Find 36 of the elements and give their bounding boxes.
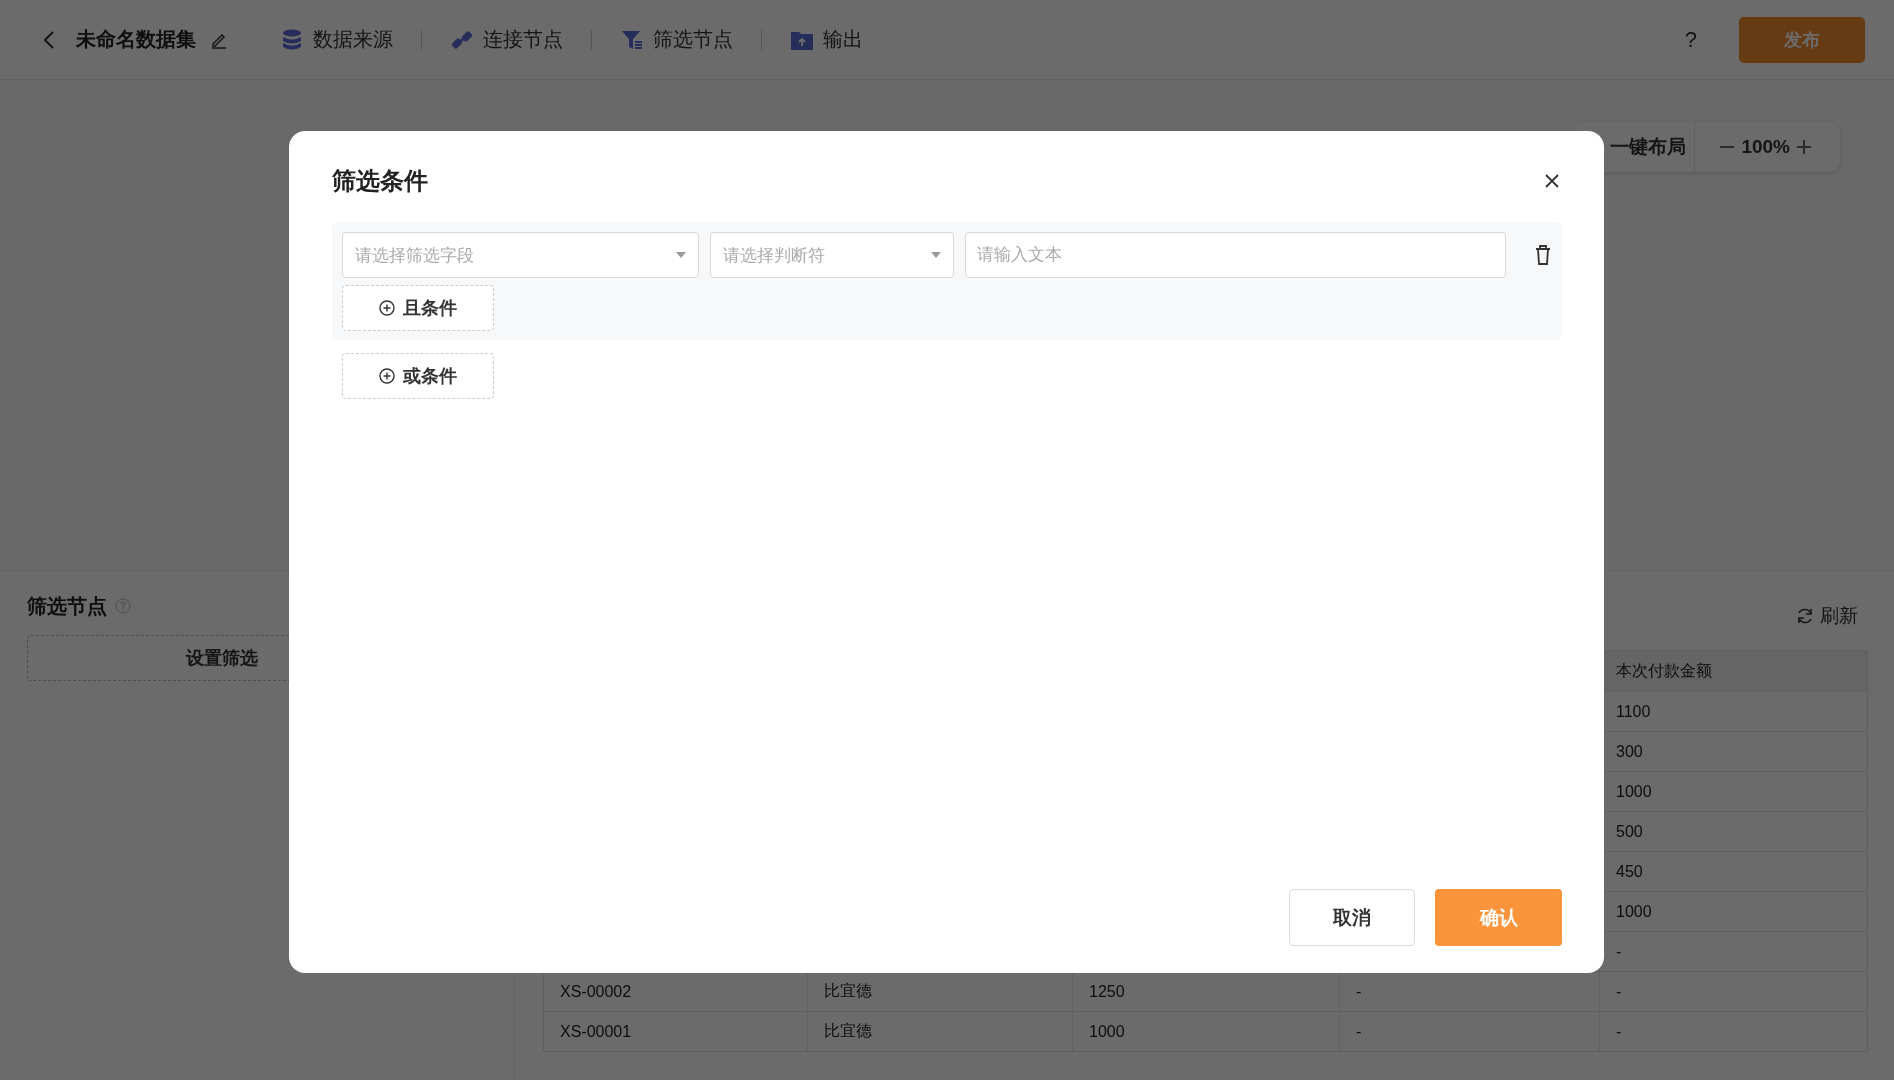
text-input[interactable]: 请输入文本 bbox=[965, 232, 1506, 278]
trash-icon[interactable] bbox=[1535, 244, 1551, 266]
refresh-icon bbox=[1796, 607, 1814, 625]
nav-tab[interactable]: 连接节点 bbox=[450, 26, 563, 53]
table-cell-text: XS-00001 bbox=[559, 1021, 633, 1042]
auto-layout-button[interactable]: 一键布局 bbox=[1596, 134, 1691, 160]
table-cell: - bbox=[1599, 972, 1867, 1011]
zoom-in-icon[interactable] bbox=[1796, 139, 1812, 155]
plus-circle-icon bbox=[379, 368, 395, 384]
help-button[interactable]: ? bbox=[1684, 26, 1697, 53]
refresh-button[interactable]: 刷新 bbox=[1796, 601, 1868, 631]
panel-title: 筛选节点 bbox=[27, 593, 107, 619]
database-icon bbox=[280, 27, 304, 52]
confirm-button[interactable]: 确认 bbox=[1435, 889, 1562, 946]
caret-icon bbox=[931, 252, 941, 258]
table-cell-text: XS-00002 bbox=[559, 981, 633, 1002]
dataset-title: 未命名数据集 bbox=[76, 27, 196, 52]
table-cell: 比宜德 bbox=[807, 1012, 1072, 1051]
zoom-level: 100% bbox=[1741, 136, 1790, 158]
publish-button[interactable]: 发布 bbox=[1739, 16, 1865, 63]
or-condition-button[interactable]: 或条件 bbox=[342, 353, 494, 399]
back-icon[interactable] bbox=[42, 29, 56, 50]
cancel-button[interactable]: 取消 bbox=[1289, 889, 1415, 946]
nav-tab[interactable]: 输出 bbox=[790, 26, 863, 53]
and-condition-button[interactable]: 且条件 bbox=[342, 285, 494, 331]
operator-select[interactable]: 请选择判断符 bbox=[710, 232, 954, 278]
table-cell: - bbox=[1599, 1012, 1867, 1051]
plus-circle-icon bbox=[379, 300, 395, 316]
caret-icon bbox=[676, 252, 686, 258]
table-cell: 1000 bbox=[1072, 1012, 1339, 1051]
field-select[interactable]: 请选择筛选字段 bbox=[342, 232, 699, 278]
dialog-title: 筛选条件 bbox=[332, 166, 428, 196]
close-icon[interactable] bbox=[1544, 173, 1560, 189]
nav-tab[interactable]: 筛选节点 bbox=[620, 26, 733, 53]
table-cell: - bbox=[1339, 1012, 1599, 1051]
nav-tab[interactable]: 数据来源 bbox=[280, 26, 393, 53]
